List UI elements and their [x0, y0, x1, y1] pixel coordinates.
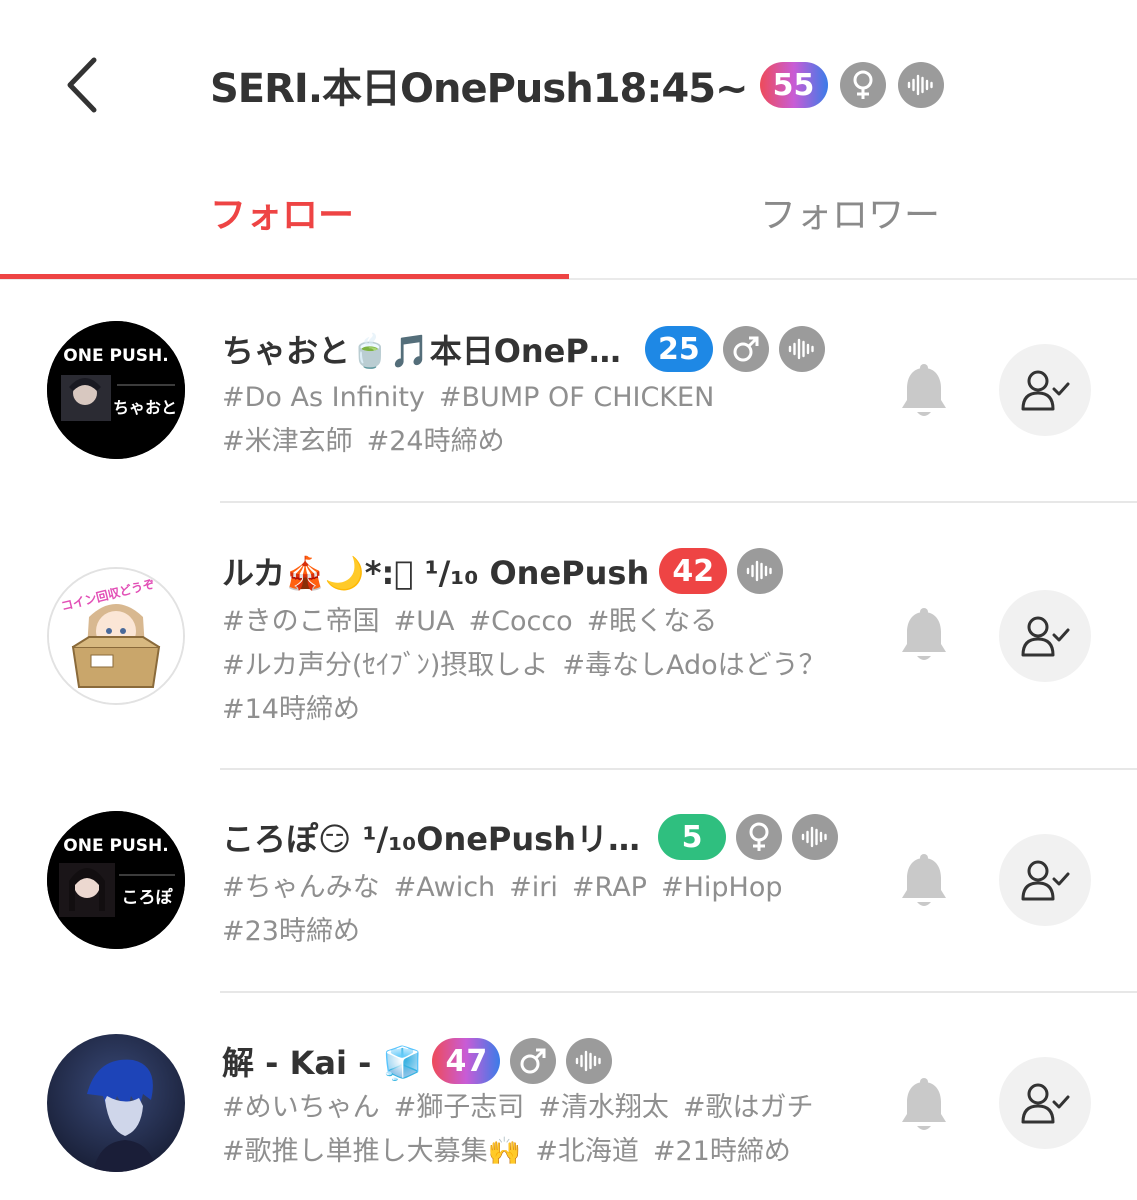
tag[interactable]: #清水翔太	[538, 1092, 669, 1123]
tag[interactable]: #BUMP OF CHICKEN	[439, 382, 714, 413]
tag[interactable]: #ルカ声分(ｾｲﾌﾞﾝ)摂取しよ	[222, 650, 548, 681]
chevron-left-icon	[67, 57, 97, 113]
tab-follower[interactable]: フォロワー	[760, 182, 940, 242]
tag[interactable]: #歌はガチ	[683, 1092, 814, 1123]
divider	[220, 501, 1137, 503]
tag-list: #めいちゃん #獅子志司 #清水翔太 #歌はガチ #歌推し単推し大募集🙌 #北海道 #21…	[222, 1086, 882, 1174]
tab-active-indicator	[0, 274, 569, 279]
bell-icon[interactable]	[898, 854, 950, 910]
tag[interactable]: #23時締め	[222, 916, 360, 947]
following-button[interactable]	[999, 344, 1091, 436]
tag[interactable]: #HipHop	[661, 872, 783, 903]
audio-wave-icon	[566, 1038, 613, 1084]
bell-icon[interactable]	[898, 1078, 950, 1134]
user-name: ルカ🎪🌙*:゚ ¹/₁₀ OnePush	[222, 554, 650, 592]
name-row: ちゃおと🍵🎵本日OneP… 25	[222, 324, 825, 374]
level-badge: 55	[759, 62, 828, 108]
tag[interactable]: #Cocco	[468, 606, 572, 637]
male-icon	[722, 326, 769, 372]
following-button[interactable]	[999, 834, 1091, 926]
tag[interactable]: #米津玄師	[222, 426, 353, 457]
female-icon	[736, 814, 782, 860]
divider	[220, 991, 1137, 993]
user-check-icon	[1021, 370, 1070, 411]
tag[interactable]: #毒なしAdoはどう？	[562, 650, 825, 681]
tag[interactable]: #Awich	[394, 872, 496, 903]
audio-wave-icon	[897, 62, 944, 108]
header: SERI.本日OnePush18:45~ 55	[0, 0, 1137, 170]
audio-wave-icon	[792, 814, 838, 860]
level-badge: 42	[659, 548, 728, 594]
male-icon	[510, 1038, 557, 1084]
tag[interactable]: #iri	[509, 872, 558, 903]
tag[interactable]: #RAP	[572, 872, 647, 903]
tag[interactable]: #めいちゃん	[222, 1092, 380, 1123]
tag[interactable]: #歌推し単推し大募集🙌	[222, 1136, 521, 1167]
level-badge: 47	[432, 1038, 501, 1084]
level-badge: 25	[644, 326, 713, 372]
list-item[interactable]: ONE PUSH. ちゃおと ちゃおと🍵🎵本日OneP… 25 #Do As I…	[0, 282, 1137, 504]
svg-text:ONE PUSH.: ONE PUSH.	[63, 836, 168, 856]
name-row: ルカ🎪🌙*:゚ ¹/₁₀ OnePush 42	[222, 546, 784, 596]
bell-icon[interactable]	[898, 364, 950, 420]
tag[interactable]: #21時締め	[653, 1136, 791, 1167]
following-button[interactable]	[999, 590, 1091, 682]
bell-icon[interactable]	[898, 608, 950, 664]
user-check-icon	[1021, 860, 1070, 901]
tag[interactable]: #24時締め	[367, 426, 505, 457]
list-item[interactable]: ONE PUSH. ころぽ ころぽ😏 ¹/₁₀OnePushリ… 5 #ちゃんみ…	[0, 770, 1137, 993]
back-button[interactable]	[52, 52, 112, 118]
name-row: ころぽ😏 ¹/₁₀OnePushリ… 5	[222, 812, 838, 862]
female-icon	[839, 62, 886, 108]
tag-list: #きのこ帝国 #UA #Cocco #眠くなる #ルカ声分(ｾｲﾌﾞﾝ)摂取しよ #毒な…	[222, 600, 882, 732]
user-name: ちゃおと🍵🎵本日OneP…	[222, 332, 621, 370]
tag[interactable]: #獅子志司	[394, 1092, 525, 1123]
avatar[interactable]	[47, 1034, 185, 1172]
tag[interactable]: #UA	[394, 606, 455, 637]
avatar[interactable]: ONE PUSH. ころぽ	[47, 811, 185, 949]
page-title: SERI.本日OnePush18:45~	[210, 66, 749, 112]
list-item[interactable]: コイン回収どうぞ ルカ🎪🌙*:゚ ¹/₁₀ OnePush 42 #きのこ帝国 #…	[0, 504, 1137, 770]
tab-bar: フォロー フォロワー	[0, 170, 1137, 282]
user-name: 解 - Kai - 🧊	[222, 1044, 423, 1082]
tag[interactable]: #北海道	[535, 1136, 639, 1167]
svg-text:ONE PUSH.: ONE PUSH.	[63, 346, 168, 366]
tag[interactable]: #ちゃんみな	[222, 872, 380, 903]
tag[interactable]: #Do As Infinity	[222, 382, 425, 413]
following-button[interactable]	[999, 1057, 1091, 1149]
level-badge: 5	[658, 814, 726, 860]
screen: SERI.本日OnePush18:45~ 55 フォロー フォロワー ONE P…	[0, 0, 1137, 1200]
avatar[interactable]: コイン回収どうぞ	[47, 567, 185, 705]
tag[interactable]: #眠くなる	[587, 606, 718, 637]
user-check-icon	[1021, 1083, 1070, 1124]
name-row: 解 - Kai - 🧊 47	[222, 1036, 613, 1086]
list-item[interactable]: 解 - Kai - 🧊 47 #めいちゃん #獅子志司 #清水翔太 #歌はガチ #歌推…	[0, 994, 1137, 1200]
audio-wave-icon	[778, 326, 825, 372]
tag[interactable]: #きのこ帝国	[222, 606, 380, 637]
tag-list: #Do As Infinity #BUMP OF CHICKEN #米津玄師 #24…	[222, 376, 882, 464]
user-check-icon	[1021, 616, 1070, 657]
user-name: ころぽ😏 ¹/₁₀OnePushリ…	[222, 820, 640, 858]
avatar[interactable]: ONE PUSH. ちゃおと	[47, 321, 185, 459]
tag-list: #ちゃんみな #Awich #iri #RAP #HipHop #23時締め	[222, 866, 882, 954]
svg-text:ころぽ: ころぽ	[122, 887, 174, 908]
audio-wave-icon	[737, 548, 784, 594]
tab-follow[interactable]: フォロー	[210, 182, 354, 242]
svg-text:ちゃおと: ちゃおと	[113, 398, 177, 417]
title-row: SERI.本日OnePush18:45~ 55	[210, 55, 944, 115]
tag[interactable]: #14時締め	[222, 694, 360, 725]
